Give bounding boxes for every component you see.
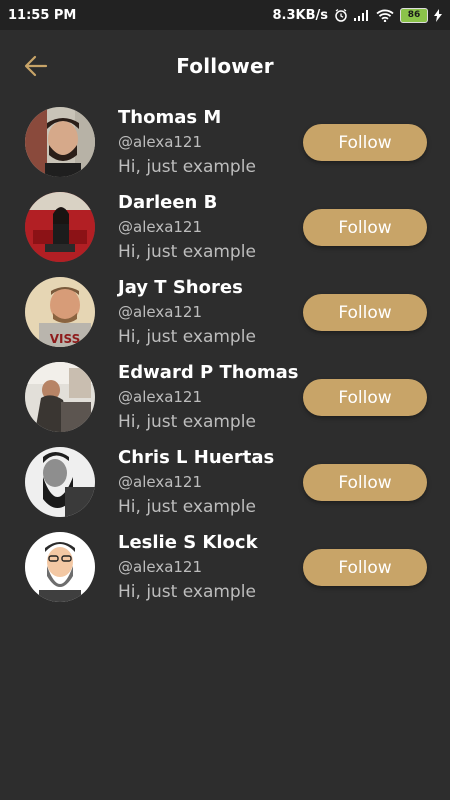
follower-info: Leslie S Klock @alexa121 Hi, just exampl… [118, 531, 258, 605]
follower-row: Thomas M @alexa121 Hi, just example Foll… [0, 102, 450, 187]
avatar [25, 532, 95, 602]
network-speed: 8.3KB/s [272, 7, 329, 23]
follower-name: Edward P Thomas [118, 362, 299, 383]
follower-bio: Hi, just example [118, 412, 256, 432]
follower-handle: @alexa121 [118, 473, 203, 491]
status-time: 11:55 PM [8, 7, 77, 23]
follower-handle: @alexa121 [118, 218, 203, 236]
follow-button[interactable]: Follow [303, 464, 427, 501]
follower-bio: Hi, just example [118, 157, 256, 177]
follower-bio: Hi, just example [118, 582, 256, 602]
follower-row: VISS Jay T Shores @alexa121 Hi, just exa… [0, 272, 450, 357]
status-icons: 8.3KB/s 86 [272, 7, 442, 23]
follower-row: Leslie S Klock @alexa121 Hi, just exampl… [0, 527, 450, 612]
status-bar: 11:55 PM 8.3KB/s 86 [0, 0, 450, 30]
page-title: Follower [176, 54, 274, 78]
avatar [25, 447, 95, 517]
follower-bio: Hi, just example [118, 497, 256, 517]
follower-list: Thomas M @alexa121 Hi, just example Foll… [0, 102, 450, 612]
follower-info: Chris L Huertas @alexa121 Hi, just examp… [118, 446, 274, 520]
avatar [25, 192, 95, 262]
follower-name: Chris L Huertas [118, 447, 275, 468]
avatar [25, 107, 95, 177]
follower-row: Darleen B @alexa121 Hi, just example Fol… [0, 187, 450, 272]
follower-row: Chris L Huertas @alexa121 Hi, just examp… [0, 442, 450, 527]
follower-row: Edward P Thomas @alexa121 Hi, just examp… [0, 357, 450, 442]
follow-button[interactable]: Follow [303, 549, 427, 586]
follower-info: Edward P Thomas @alexa121 Hi, just examp… [118, 361, 299, 435]
avatar: VISS [25, 277, 95, 347]
avatar [25, 362, 95, 432]
wifi-icon [376, 9, 394, 22]
charging-icon [434, 8, 442, 22]
follower-handle: @alexa121 [118, 388, 203, 406]
follow-button[interactable]: Follow [303, 379, 427, 416]
arrow-left-icon [24, 55, 48, 77]
follower-name: Darleen B [118, 192, 218, 213]
follower-name: Thomas M [118, 107, 222, 128]
app-header: Follower [0, 30, 450, 102]
follower-name: Jay T Shores [118, 277, 243, 298]
back-button[interactable] [22, 52, 50, 80]
follow-button[interactable]: Follow [303, 124, 427, 161]
battery-icon: 86 [400, 7, 428, 23]
svg-text:VISS: VISS [50, 332, 81, 346]
follower-handle: @alexa121 [118, 303, 203, 321]
alarm-icon [334, 8, 348, 22]
follower-info: Darleen B @alexa121 Hi, just example [118, 191, 256, 265]
follower-bio: Hi, just example [118, 327, 256, 347]
follower-bio: Hi, just example [118, 242, 256, 262]
follower-handle: @alexa121 [118, 133, 203, 151]
follow-button[interactable]: Follow [303, 294, 427, 331]
follower-name: Leslie S Klock [118, 532, 258, 553]
signal-icon [354, 9, 370, 21]
follower-info: Jay T Shores @alexa121 Hi, just example [118, 276, 256, 350]
follower-handle: @alexa121 [118, 558, 203, 576]
follow-button[interactable]: Follow [303, 209, 427, 246]
follower-info: Thomas M @alexa121 Hi, just example [118, 106, 256, 180]
